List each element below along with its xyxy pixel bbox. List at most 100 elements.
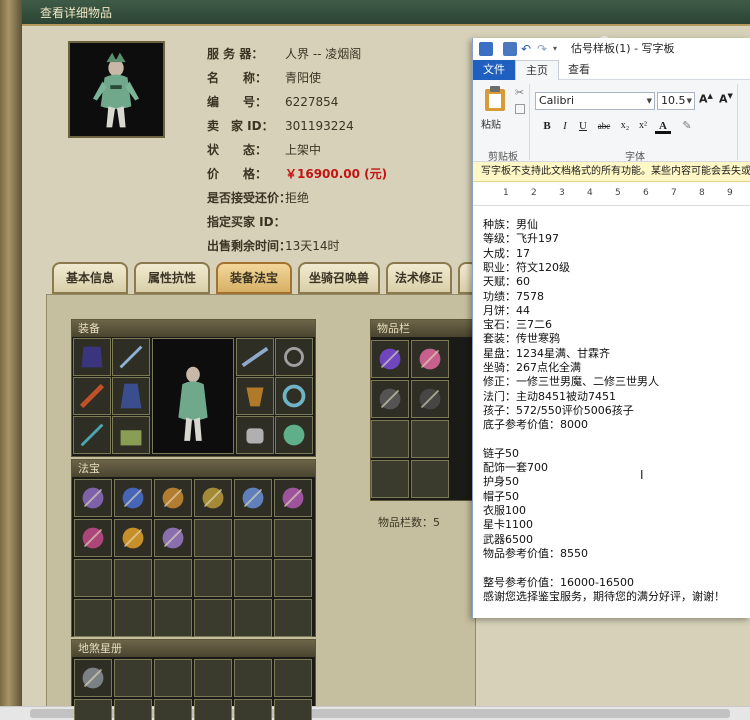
grid-slot[interactable]	[74, 599, 112, 637]
grid-slot[interactable]	[154, 599, 192, 637]
grid-slot[interactable]	[274, 479, 312, 517]
grid-slot[interactable]	[154, 699, 192, 720]
grid-slot[interactable]	[74, 479, 112, 517]
wordpad-ribbon-tabs: 文件 主页 查看	[473, 60, 750, 80]
underline-button[interactable]: U	[575, 118, 591, 134]
grid-slot[interactable]	[411, 420, 449, 458]
grid-slot[interactable]	[371, 420, 409, 458]
grid-slot[interactable]	[371, 460, 409, 498]
grid-slot[interactable]	[194, 599, 232, 637]
horizontal-scrollbar[interactable]	[0, 706, 750, 720]
tab-file[interactable]: 文件	[473, 60, 515, 80]
grid-slot[interactable]	[194, 479, 232, 517]
font-size-select[interactable]: 10.5 ▼	[657, 92, 695, 110]
copy-icon[interactable]	[515, 104, 525, 114]
grid-slot[interactable]	[234, 559, 272, 597]
grid-slot[interactable]	[234, 599, 272, 637]
grid-slot[interactable]	[371, 380, 409, 418]
tab-basic-info[interactable]: 基本信息	[52, 262, 128, 294]
superscript-button[interactable]: x²	[635, 118, 651, 134]
grid-slot[interactable]	[411, 340, 449, 378]
grid-slot[interactable]	[114, 559, 152, 597]
bold-button[interactable]: B	[539, 118, 555, 134]
equip-slot[interactable]	[275, 338, 313, 376]
tab-attributes[interactable]: 属性抗性	[134, 262, 210, 294]
tab-equipment[interactable]: 装备法宝	[216, 262, 292, 294]
grid-slot[interactable]	[234, 519, 272, 557]
font-color-button[interactable]: A	[655, 118, 671, 134]
grid-slot[interactable]	[154, 659, 192, 697]
equip-slot[interactable]	[236, 416, 274, 454]
equip-slot[interactable]	[112, 377, 150, 415]
grid-slot[interactable]	[234, 479, 272, 517]
highlight-icon[interactable]: ✎	[679, 118, 695, 134]
document-line: 套装：传世寒鸦	[483, 332, 560, 346]
ruler-number: 8	[699, 188, 705, 198]
grid-slot[interactable]	[194, 659, 232, 697]
shrink-font-button[interactable]: A▼	[719, 92, 733, 106]
grid-slot[interactable]	[411, 380, 449, 418]
grid-slot[interactable]	[154, 519, 192, 557]
inventory-section-title: 物品栏	[371, 320, 475, 337]
grid-slot[interactable]	[411, 460, 449, 498]
undo-icon[interactable]: ↶	[521, 42, 535, 56]
grid-slot[interactable]	[114, 479, 152, 517]
document-line: 孩子：572/550评价5006孩子	[483, 403, 634, 417]
document-line: 修正：一修三世男魔、二修三世男人	[483, 375, 659, 389]
equip-slot[interactable]	[112, 338, 150, 376]
grid-slot[interactable]	[274, 699, 312, 720]
grid-slot[interactable]	[234, 659, 272, 697]
font-name-select[interactable]: Calibri ▼	[535, 92, 655, 110]
grid-slot[interactable]	[371, 340, 409, 378]
equip-slot[interactable]	[275, 416, 313, 454]
equip-slot[interactable]	[275, 377, 313, 415]
redo-icon[interactable]: ↷	[537, 42, 551, 56]
equip-slot[interactable]	[73, 338, 111, 376]
save-icon[interactable]	[503, 42, 517, 56]
equip-slot[interactable]	[73, 377, 111, 415]
document-line: 物品参考价值：8550	[483, 546, 588, 560]
tab-view[interactable]: 查看	[559, 60, 599, 80]
document-line: 护身50	[483, 475, 519, 489]
grid-slot[interactable]	[74, 699, 112, 720]
grid-slot[interactable]	[234, 699, 272, 720]
grid-slot[interactable]	[74, 559, 112, 597]
grid-slot[interactable]	[274, 559, 312, 597]
equipment-section-title: 装备	[72, 320, 315, 337]
grid-slot[interactable]	[114, 519, 152, 557]
grid-slot[interactable]	[114, 659, 152, 697]
grid-slot[interactable]	[114, 599, 152, 637]
grid-slot[interactable]	[194, 699, 232, 720]
grid-slot[interactable]	[154, 559, 192, 597]
document-line: 武器6500	[483, 532, 533, 546]
tab-mounts[interactable]: 坐骑召唤兽	[298, 262, 380, 294]
grid-slot[interactable]	[74, 519, 112, 557]
equip-slot[interactable]	[236, 377, 274, 415]
equip-slot[interactable]	[112, 416, 150, 454]
grid-slot[interactable]	[194, 519, 232, 557]
tab-home[interactable]: 主页	[515, 60, 559, 80]
grid-slot[interactable]	[274, 519, 312, 557]
document-line: 配饰一套700	[483, 461, 548, 475]
strikethrough-button[interactable]: abc	[593, 118, 615, 134]
grid-slot[interactable]	[114, 699, 152, 720]
grid-slot[interactable]	[274, 659, 312, 697]
quick-access-dropdown-icon[interactable]: ▾	[553, 42, 567, 56]
italic-button[interactable]: I	[557, 118, 573, 134]
grid-slot[interactable]	[74, 659, 112, 697]
document-body[interactable]: 种族：男仙 等级：飞升197 大成：17 职业：符文120级 天赋：60 功绩：7578 月…	[473, 206, 750, 618]
grid-slot[interactable]	[274, 599, 312, 637]
paste-icon[interactable]	[483, 86, 507, 112]
grid-slot[interactable]	[154, 479, 192, 517]
paste-button-label[interactable]: 粘贴	[481, 116, 501, 131]
text-cursor-icon: I	[640, 468, 644, 482]
subscript-button[interactable]: x₂	[617, 118, 633, 134]
grow-font-button[interactable]: A▲	[699, 92, 713, 106]
equip-slot[interactable]	[236, 338, 274, 376]
grid-slot[interactable]	[194, 559, 232, 597]
equip-slot[interactable]	[73, 416, 111, 454]
tab-spell-correction[interactable]: 法术修正	[386, 262, 452, 294]
page-title: 查看详细物品	[40, 6, 113, 20]
equipment-portrait	[152, 338, 234, 454]
cut-icon[interactable]: ✂	[515, 86, 524, 99]
